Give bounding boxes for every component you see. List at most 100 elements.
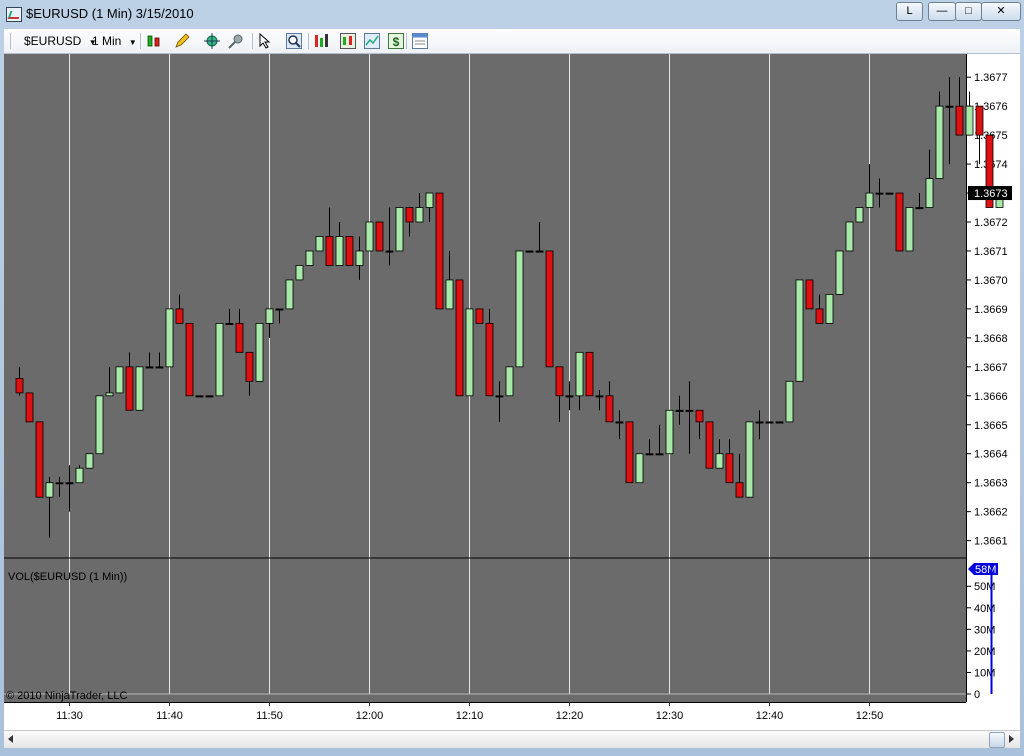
candle-up [785, 380, 794, 423]
candle-up [315, 236, 324, 252]
copyright-notice: © 2010 NinjaTrader, LLC [6, 690, 127, 702]
scroll-right-icon[interactable] [1009, 735, 1014, 743]
candle-down [535, 250, 544, 253]
x-tick-label: 12:00 [356, 710, 384, 722]
candle-up [285, 279, 294, 310]
candle-down [225, 322, 234, 325]
price-chart[interactable]: 11:30 11:40 11:50 12:00 12:10 12:20 12:30 12:40… [4, 54, 1020, 730]
candlestick-icon[interactable] [146, 33, 162, 49]
candle-up [165, 308, 174, 368]
svg-text:$: $ [393, 35, 400, 49]
title-bar[interactable]: $EURUSD (1 Min) 3/15/2010 L — □ ✕ [0, 0, 1024, 28]
dollar-icon[interactable]: $ [388, 33, 404, 49]
y-tick-label: 1.3664 [974, 449, 1008, 461]
candle-down [35, 421, 44, 498]
candle-down [645, 453, 654, 456]
interval-selector[interactable]: 1 Min ▼ [92, 29, 137, 53]
candle-down [765, 421, 774, 424]
instrument-selector[interactable]: $EURUSD ▼ [24, 29, 97, 53]
candle-down [125, 366, 134, 411]
close-button[interactable]: ✕ [981, 2, 1021, 21]
interval-label: 1 Min [92, 34, 122, 48]
plot-background [4, 54, 966, 702]
candle-up [425, 192, 434, 208]
candle-down [815, 308, 824, 324]
chart-panel[interactable]: 11:30 11:40 11:50 12:00 12:10 12:20 12:30 12:40… [4, 54, 1020, 730]
scroll-left-icon[interactable] [8, 735, 13, 743]
candle-down [155, 366, 164, 369]
horizontal-scrollbar[interactable] [4, 730, 1020, 748]
zoom-icon[interactable] [286, 33, 302, 49]
y-tick-label: 1.3668 [974, 333, 1008, 345]
candle-down [525, 250, 534, 253]
link-button[interactable]: L [896, 2, 923, 21]
toolbar-grip [10, 33, 11, 49]
toolbar-separator [252, 33, 253, 49]
candle-up [745, 421, 754, 498]
candle-down [685, 409, 694, 412]
candle-up [715, 453, 724, 469]
candle-up [575, 351, 584, 397]
chart-window: $EURUSD (1 Min) 3/15/2010 L — □ ✕ $EURUS… [0, 0, 1024, 756]
candle-down [915, 207, 924, 210]
strategies-icon[interactable] [340, 33, 356, 49]
volume-indicator-label: VOL($EURUSD (1 Min)) [8, 571, 127, 583]
candle-up [505, 366, 514, 397]
x-tick-label: 11:30 [56, 710, 83, 722]
candle-down [25, 392, 34, 423]
candle-down [245, 351, 254, 382]
candle-down [485, 322, 494, 397]
y-tick-label: 1.3663 [974, 478, 1008, 490]
minimize-button[interactable]: — [928, 2, 956, 21]
y-tick-label: 1.3667 [974, 362, 1008, 374]
candle-up [305, 250, 314, 266]
candle-up [855, 207, 864, 223]
crosshair-icon[interactable] [204, 33, 220, 49]
candle-down [885, 192, 894, 195]
pointer-icon[interactable] [258, 33, 274, 49]
x-tick-label: 11:50 [256, 710, 283, 722]
pin-icon[interactable] [228, 33, 244, 49]
pencil-icon[interactable] [174, 33, 190, 49]
candle-down [755, 421, 764, 424]
properties-icon[interactable] [412, 33, 428, 49]
toolbar-separator [308, 33, 309, 49]
candle-down [895, 192, 904, 252]
y-tick-label: 1.3662 [974, 507, 1008, 519]
candle-down [725, 453, 734, 484]
candle-up [45, 482, 54, 498]
candle-down [175, 308, 184, 324]
instrument-label: $EURUSD [24, 34, 82, 48]
candle-down [545, 250, 554, 368]
candle-down [325, 236, 334, 266]
candle-down [195, 395, 204, 398]
candle-up [95, 395, 104, 455]
candle-down [705, 421, 714, 469]
candle-down [55, 482, 64, 485]
candle-up [905, 207, 914, 252]
chevron-down-icon: ▼ [128, 38, 137, 47]
candle-down [455, 279, 464, 397]
candle-down [565, 395, 574, 398]
candle-up [465, 308, 474, 397]
chart-style-icon[interactable] [364, 33, 380, 49]
x-tick-label: 12:20 [556, 710, 584, 722]
candle-down [955, 105, 964, 136]
candle-up [965, 105, 974, 136]
candle-down [15, 378, 24, 394]
maximize-button[interactable]: □ [955, 2, 982, 21]
candle-down [405, 207, 414, 223]
scroll-thumb[interactable] [989, 732, 1005, 748]
candle-up [295, 265, 304, 281]
indicators-icon[interactable] [314, 33, 330, 49]
candle-up [395, 207, 404, 252]
candle-down [205, 395, 214, 398]
x-tick-label: 12:30 [656, 710, 684, 722]
candle-down [975, 105, 984, 136]
candle-down [475, 308, 484, 324]
candle-up [635, 453, 644, 484]
candle-down [275, 308, 284, 311]
volume-tick-label: 0 [974, 689, 980, 701]
candle-down [495, 395, 504, 398]
candle-up [335, 236, 344, 266]
